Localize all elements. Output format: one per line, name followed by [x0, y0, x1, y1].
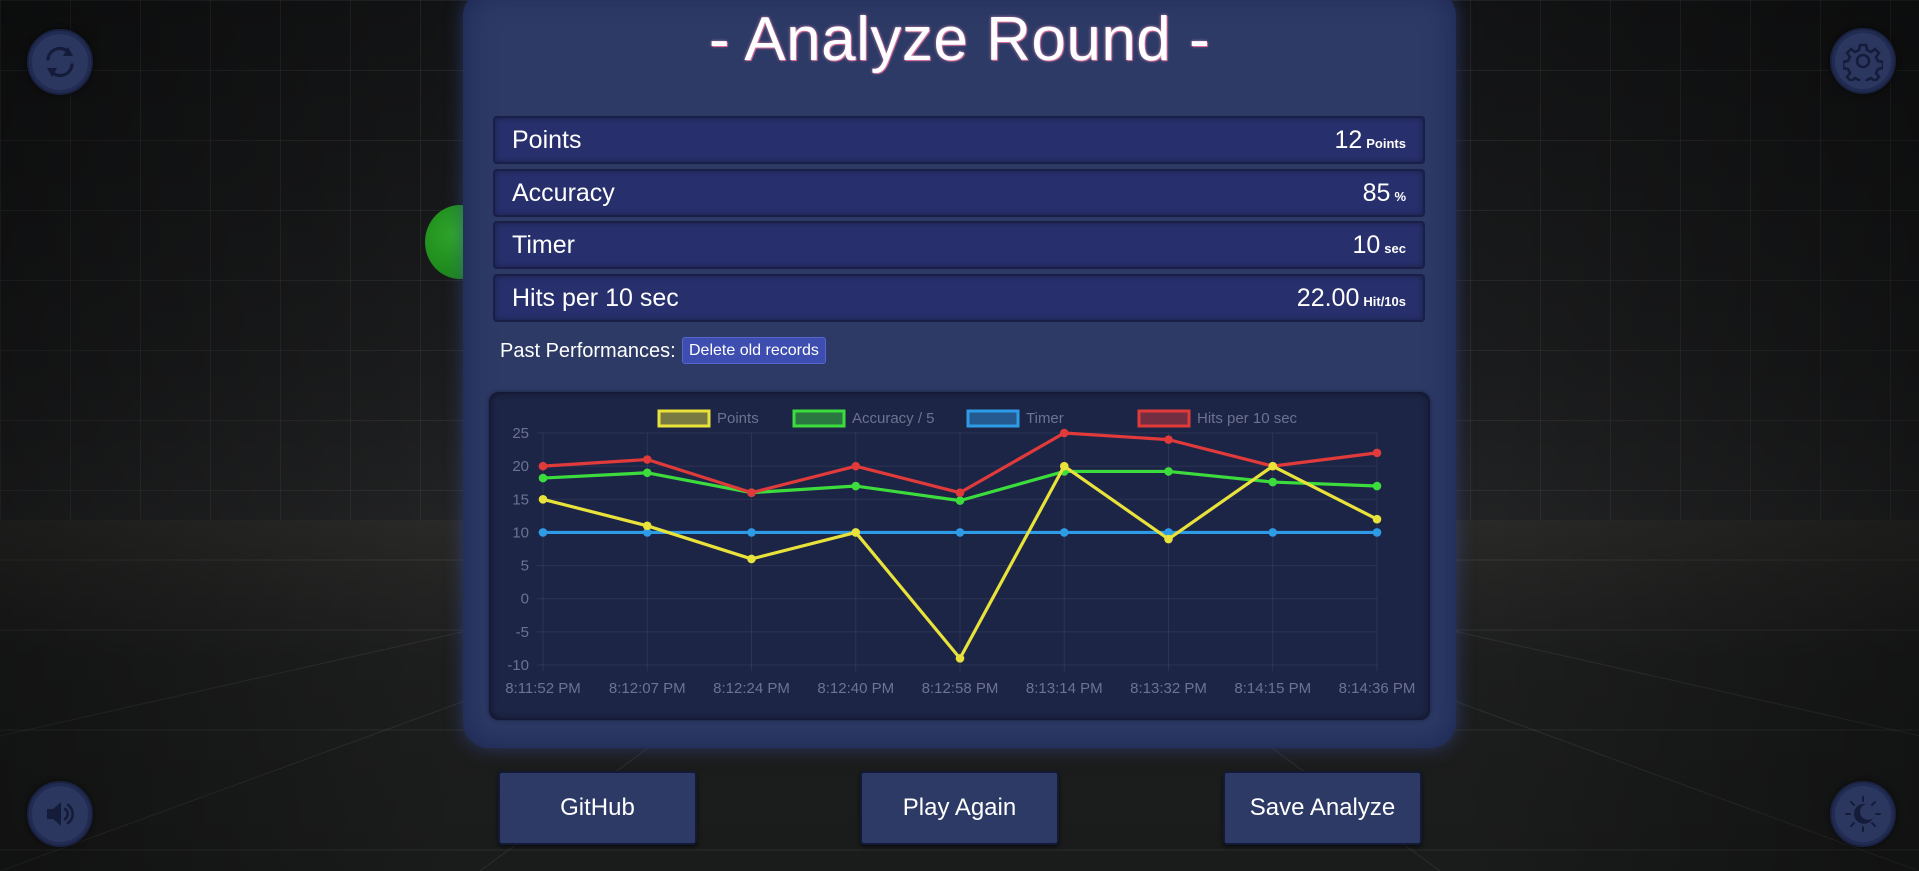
data-point[interactable]	[1372, 448, 1382, 458]
stat-unit: sec	[1384, 241, 1406, 256]
x-tick-label: 8:14:36 PM	[1339, 680, 1416, 697]
data-point[interactable]	[1372, 481, 1382, 491]
data-point[interactable]	[538, 494, 548, 504]
stat-value: 22.00	[1296, 284, 1360, 312]
stat-unit: Points	[1366, 136, 1406, 151]
data-point[interactable]	[1268, 461, 1278, 471]
save-analyze-button[interactable]: Save Analyze	[1223, 771, 1422, 845]
moon-icon	[1845, 796, 1881, 832]
data-point[interactable]	[955, 488, 965, 497]
data-point[interactable]	[1372, 514, 1382, 524]
data-point[interactable]	[1164, 435, 1173, 444]
data-point[interactable]	[538, 461, 548, 471]
y-tick-label: 10	[512, 524, 529, 541]
data-point[interactable]	[851, 461, 861, 471]
stat-row-timer: Timer 10 sec	[493, 221, 1425, 269]
data-point[interactable]	[538, 528, 548, 537]
stat-row-points: Points 12 Points	[493, 116, 1425, 164]
refresh-icon	[46, 46, 74, 78]
data-point[interactable]	[851, 528, 861, 537]
data-point[interactable]	[1268, 528, 1278, 537]
data-point[interactable]	[1164, 534, 1173, 544]
data-point[interactable]	[955, 496, 965, 505]
play-again-button[interactable]: Play Again	[860, 771, 1059, 845]
legend-swatch[interactable]	[657, 409, 711, 428]
legend-swatch[interactable]	[792, 409, 846, 428]
stat-label: Timer	[512, 231, 575, 259]
y-tick-label: 15	[512, 491, 529, 508]
stat-unit: Hit/10s	[1363, 294, 1406, 309]
stat-label: Accuracy	[512, 179, 615, 207]
data-point[interactable]	[1164, 467, 1173, 476]
restart-button[interactable]	[27, 29, 93, 95]
x-tick-label: 8:11:52 PM	[505, 680, 581, 697]
data-point[interactable]	[1059, 461, 1069, 471]
stat-label: Hits per 10 sec	[512, 284, 679, 312]
y-tick-label: 0	[521, 591, 529, 608]
data-point[interactable]	[1372, 528, 1382, 537]
performance-chart: 25 20 15 10 5 0 -5 -10 8:11:52 PM 8:12:07 PM 8:12:…	[489, 392, 1430, 720]
x-tick-label: 8:14:15 PM	[1234, 680, 1311, 697]
x-tick-label: 8:13:32 PM	[1130, 680, 1207, 697]
data-point[interactable]	[642, 521, 652, 531]
data-point[interactable]	[1059, 528, 1069, 537]
x-tick-label: 8:12:24 PM	[713, 680, 790, 697]
legend-label[interactable]: Points	[717, 410, 759, 427]
speaker-icon	[47, 802, 74, 826]
data-point[interactable]	[642, 468, 652, 478]
right-wall-shade	[1449, 0, 1919, 871]
data-point[interactable]	[642, 455, 652, 464]
data-point[interactable]	[538, 473, 548, 483]
stat-row-hits: Hits per 10 sec 22.00 Hit/10s	[493, 274, 1425, 322]
stat-unit: %	[1394, 189, 1406, 204]
analyze-panel: - Analyze Round - Points 12 Points Accura…	[463, 0, 1456, 748]
x-tick-label: 8:12:40 PM	[817, 680, 894, 697]
data-point[interactable]	[747, 488, 756, 497]
legend-label[interactable]: Accuracy / 5	[852, 410, 935, 427]
stat-value: 10	[1352, 231, 1381, 259]
left-wall-shade	[0, 0, 470, 871]
gear-icon	[1843, 43, 1883, 81]
y-tick-label: 25	[512, 425, 529, 442]
sound-button[interactable]	[27, 781, 93, 847]
legend-swatch[interactable]	[1137, 409, 1191, 428]
data-point[interactable]	[1268, 477, 1278, 487]
x-tick-label: 8:12:07 PM	[609, 680, 686, 697]
data-point[interactable]	[851, 481, 861, 491]
stat-value: 12	[1334, 126, 1363, 154]
y-tick-label: 5	[521, 558, 529, 575]
past-performances-label: Past Performances:	[500, 340, 676, 362]
data-point[interactable]	[747, 528, 756, 537]
y-tick-label: 20	[512, 458, 529, 475]
github-button[interactable]: GitHub	[498, 771, 697, 845]
data-point[interactable]	[955, 654, 965, 663]
data-point[interactable]	[747, 554, 756, 564]
delete-records-button[interactable]: Delete old records	[682, 337, 826, 364]
x-tick-label: 8:13:14 PM	[1026, 680, 1103, 697]
y-tick-label: -10	[507, 657, 529, 674]
stat-label: Points	[512, 126, 582, 154]
legend-label[interactable]: Timer	[1026, 410, 1064, 427]
page-title: - Analyze Round -	[708, 5, 1211, 74]
data-point[interactable]	[1059, 428, 1069, 438]
settings-button[interactable]	[1830, 28, 1896, 94]
legend-label[interactable]: Hits per 10 sec	[1197, 410, 1298, 427]
data-point[interactable]	[955, 528, 965, 537]
theme-toggle-button[interactable]	[1830, 781, 1896, 847]
x-tick-label: 8:12:58 PM	[922, 680, 999, 697]
legend-swatch[interactable]	[966, 409, 1020, 428]
stat-value: 85	[1362, 179, 1391, 207]
stat-row-accuracy: Accuracy 85%	[493, 169, 1425, 217]
y-tick-label: -5	[516, 624, 529, 641]
line-chart: 25 20 15 10 5 0 -5 -10 8:11:52 PM 8:12:07 PM 8:12:…	[505, 409, 1416, 697]
